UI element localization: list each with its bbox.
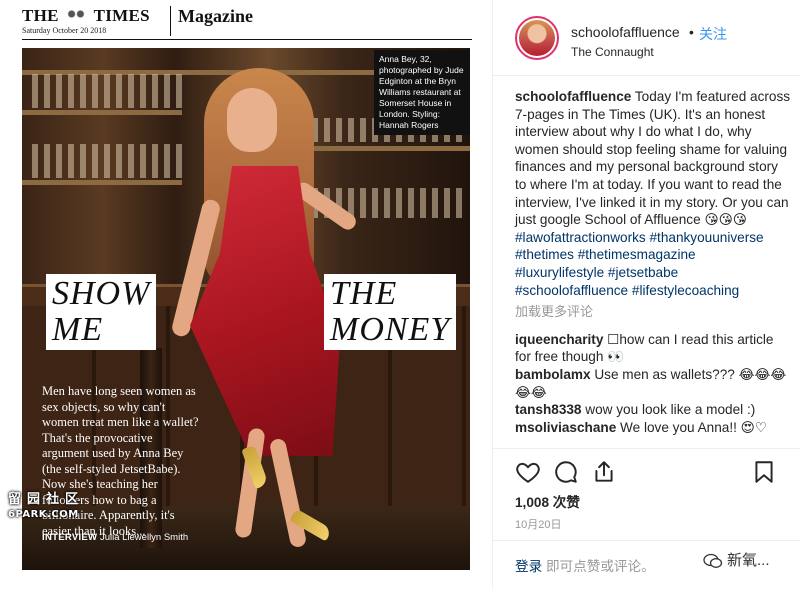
headline-word: THE <box>330 275 398 312</box>
magazine-date: Saturday October 20 2018 <box>22 26 107 35</box>
action-bar <box>493 448 800 488</box>
load-more-comments-button[interactable]: 加载更多评论 <box>515 303 791 321</box>
headline-word: MONEY <box>330 311 451 348</box>
hashtags[interactable]: #luxurylifestyle #jetsetbabe <box>515 265 678 280</box>
crest-icon <box>65 8 88 20</box>
comments-section: schoolofaffluence Today I'm featured acr… <box>515 88 791 436</box>
heart-icon[interactable] <box>515 459 541 485</box>
comment-username[interactable]: msoliviaschane <box>515 420 616 435</box>
shelf <box>22 110 182 115</box>
comment-text: We love you Anna!! 😍♡ <box>616 419 768 435</box>
magazine-section-title: Magazine <box>178 6 253 26</box>
post-side-panel: schoolofaffluence • 关注 The Connaught sch… <box>492 0 800 589</box>
watermark-line: 6PARK.COM <box>8 509 79 520</box>
glassware <box>32 74 182 108</box>
masthead-divider <box>170 6 171 36</box>
comment: iqueencharity ☐how can I read this artic… <box>515 331 791 366</box>
login-prompt: 登录 即可点赞或评论。 <box>515 555 655 575</box>
wechat-icon <box>703 553 723 568</box>
header-separator: • <box>689 24 694 40</box>
headline-word: SHOW <box>52 275 151 312</box>
masthead: THE TIMES <box>22 6 150 26</box>
byline-label: INTERVIEW <box>42 532 98 543</box>
login-prompt-text: 即可点赞或评论。 <box>542 559 655 574</box>
wechat-watermark-text: 新氧... <box>727 552 770 569</box>
login-bar: 登录 即可点赞或评论。 新氧... <box>493 540 800 589</box>
post-image: THE TIMES Saturday October 20 2018 Magaz… <box>0 0 492 589</box>
hashtags[interactable]: #thetimes #thetimesmagazine <box>515 247 696 262</box>
model-face <box>227 88 277 152</box>
avatar[interactable] <box>515 16 559 60</box>
site-watermark: 留园社区 6PARK.COM <box>8 492 84 522</box>
headline-right: THE MONEY <box>324 274 457 350</box>
hashtags[interactable]: #lawofattractionworks #thankyouuniverse <box>515 230 764 245</box>
headline-left: SHOW ME <box>46 274 157 350</box>
masthead-left: THE <box>22 6 59 25</box>
photo-caption: Anna Bey, 32, photographed by Jude Edgin… <box>374 50 470 135</box>
header-username[interactable]: schoolofaffluence <box>571 24 680 40</box>
wechat-watermark: 新氧... <box>703 549 770 570</box>
magazine-header: THE TIMES Saturday October 20 2018 Magaz… <box>22 4 472 40</box>
watermark-line: 留园社区 <box>8 492 85 507</box>
comment-username[interactable]: bambolamx <box>515 367 591 382</box>
login-link[interactable]: 登录 <box>515 559 542 574</box>
follow-button[interactable]: 关注 <box>699 24 727 44</box>
comment: tansh8338 wow you look like a model :) <box>515 401 791 419</box>
bookmark-icon[interactable] <box>751 459 777 485</box>
magazine-photo: Anna Bey, 32, photographed by Jude Edgin… <box>22 48 470 570</box>
comment: msoliviaschane We love you Anna!! 😍♡ <box>515 419 791 437</box>
byline: INTERVIEW Julia Llewellyn Smith <box>42 532 188 543</box>
share-icon[interactable] <box>591 459 617 485</box>
caption-username[interactable]: schoolofaffluence <box>515 89 631 104</box>
post-date[interactable]: 10月20日 <box>515 516 561 532</box>
comment-username[interactable]: iqueencharity <box>515 332 603 347</box>
shelf <box>302 146 470 151</box>
byline-author: Julia Llewellyn Smith <box>99 532 189 543</box>
comment: bambolamx Use men as wallets??? 😂😂😂😂😂 <box>515 366 791 401</box>
like-count[interactable]: 1,008 次赞 <box>515 491 580 511</box>
post-header: schoolofaffluence • 关注 The Connaught <box>493 0 800 76</box>
headline-word: ME <box>52 311 104 348</box>
avatar-image <box>519 20 555 56</box>
glassware <box>32 144 182 178</box>
location-link[interactable]: The Connaught <box>571 45 654 59</box>
comment-icon[interactable] <box>553 459 579 485</box>
shelf <box>22 180 182 185</box>
hashtags[interactable]: #schoolofaffluence #lifestylecoaching <box>515 283 739 298</box>
caption-text: Today I'm featured across 7-pages in The… <box>515 89 791 228</box>
masthead-right: TIMES <box>93 6 150 25</box>
comment-text: wow you look like a model :) <box>581 402 756 418</box>
caption: schoolofaffluence Today I'm featured acr… <box>515 88 791 299</box>
comment-username[interactable]: tansh8338 <box>515 402 582 417</box>
